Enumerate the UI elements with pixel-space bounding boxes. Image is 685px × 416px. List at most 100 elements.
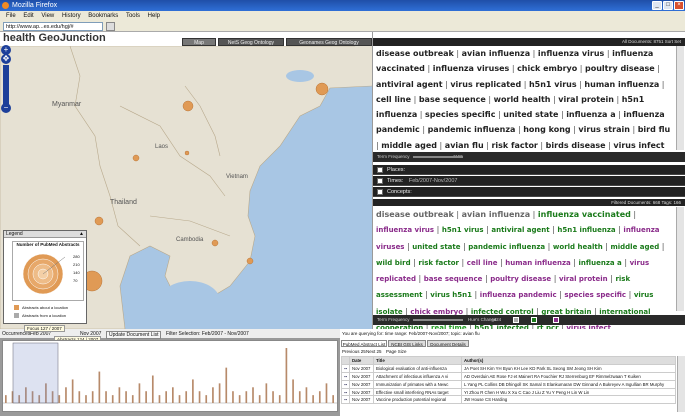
menu-edit[interactable]: Edit xyxy=(23,13,33,19)
tab-document-details[interactable]: Document Details xyxy=(427,340,469,347)
tag-term[interactable]: disease outbreak xyxy=(376,49,454,58)
table-row[interactable]: ▪▪ Nov 2007 Effective small interfering RN… xyxy=(341,387,676,397)
concepts-checkbox[interactable] xyxy=(377,189,383,195)
tag-term[interactable]: poultry disease xyxy=(585,64,655,73)
update-document-list-button[interactable]: Update Document List xyxy=(106,331,162,339)
table-row[interactable]: ▪▪ Nov 2007 Attachment of infectious influ… xyxy=(341,371,676,381)
row-icons[interactable]: ▪▪ xyxy=(341,387,350,397)
tag-term[interactable]: world health xyxy=(494,95,551,104)
tag-term[interactable]: human influenza xyxy=(505,259,571,267)
tag-term[interactable]: h5n1 influenza xyxy=(557,226,615,234)
page-size-select[interactable]: Page Size xyxy=(386,349,407,354)
tag-term[interactable]: chick embryo xyxy=(517,64,577,73)
pan-control-icon[interactable]: ✥ xyxy=(1,54,11,64)
tag-term[interactable]: avian flu xyxy=(445,141,484,150)
tag-term[interactable]: world health xyxy=(553,243,603,251)
tag-term[interactable]: middle aged xyxy=(381,141,437,150)
tag-term[interactable]: h5n1 virus xyxy=(529,80,577,89)
close-button[interactable]: × xyxy=(674,1,684,10)
tag-term[interactable]: middle aged xyxy=(610,243,659,251)
color-swatch-gray[interactable] xyxy=(513,317,519,323)
prev-page-link[interactable]: Previous 25 xyxy=(342,349,366,354)
tag-term[interactable]: risk factor xyxy=(418,259,459,267)
tab-geonames-geog-ontology[interactable]: Geonames Geog Ontology xyxy=(286,38,372,46)
row-icons[interactable]: ▪▪ xyxy=(341,395,350,405)
menu-file[interactable]: File xyxy=(6,13,16,19)
location-bubble[interactable] xyxy=(211,239,219,247)
bottom-cloud-scrollbar[interactable] xyxy=(676,207,684,311)
term-frequency-slider[interactable] xyxy=(413,156,463,158)
color-swatch-purple[interactable] xyxy=(553,317,559,323)
tag-term[interactable]: species specific xyxy=(425,110,495,119)
tag-term[interactable]: antiviral agent xyxy=(376,80,443,89)
tag-term[interactable]: pandemic influenza xyxy=(428,125,516,134)
col-date[interactable]: Date xyxy=(349,356,374,365)
menu-view[interactable]: View xyxy=(41,13,54,19)
tag-term[interactable]: viral protein xyxy=(559,275,608,283)
tag-term[interactable]: united state xyxy=(503,110,558,119)
tag-term[interactable]: base sequence xyxy=(419,95,486,104)
tag-term[interactable]: pandemic influenza xyxy=(468,243,545,251)
tag-term[interactable]: antiviral agent xyxy=(491,226,549,234)
table-row[interactable]: ▪▪ Nov 2007 Vaccine production potential r… xyxy=(341,395,676,405)
tag-term[interactable]: hong kong xyxy=(523,125,570,134)
tag-term[interactable]: influenza virus xyxy=(538,49,604,58)
tag-term[interactable]: birds disease xyxy=(546,141,606,150)
zoom-out-icon[interactable]: − xyxy=(1,103,11,113)
term-frequency-slider-2[interactable] xyxy=(413,319,463,321)
tag-term[interactable]: virus h5n1 xyxy=(430,291,472,299)
location-bubble[interactable] xyxy=(184,150,190,156)
table-row[interactable]: ▪▪ Nov 2007 Immunization of primates with … xyxy=(341,379,676,389)
tab-ncbi-gis-links[interactable]: NCBI GIS Links xyxy=(388,340,426,347)
tag-term[interactable]: virus replicated xyxy=(450,80,521,89)
row-icons[interactable]: ▪▪ xyxy=(341,371,350,381)
facet-places[interactable]: Places: xyxy=(373,165,685,175)
tag-term[interactable]: virus infect xyxy=(613,141,664,150)
color-swatch-green[interactable] xyxy=(531,317,537,323)
menu-history[interactable]: History xyxy=(62,13,81,19)
menu-help[interactable]: Help xyxy=(148,13,160,19)
tag-term[interactable]: species specific xyxy=(564,291,626,299)
facet-times[interactable]: Times: Feb/2007-Nov/2007 xyxy=(373,176,685,186)
tag-term[interactable]: united state xyxy=(412,243,460,251)
table-row[interactable]: ▪▪ Nov 2007 Biological evaluation of anti-… xyxy=(341,363,676,373)
next-page-link[interactable]: Next 25 xyxy=(366,349,382,354)
location-bubble[interactable] xyxy=(132,154,140,162)
location-bubble[interactable] xyxy=(246,257,254,265)
menu-bookmarks[interactable]: Bookmarks xyxy=(88,13,118,19)
tag-term[interactable]: disease outbreak xyxy=(376,210,454,219)
col-authors[interactable]: Author(s) xyxy=(461,356,676,365)
tag-term[interactable]: poultry disease xyxy=(490,275,551,283)
row-icons[interactable]: ▪▪ xyxy=(341,363,350,373)
collapse-icon[interactable]: ▲ xyxy=(79,231,84,238)
minimize-button[interactable]: _ xyxy=(652,1,662,10)
tag-term[interactable]: virus strain xyxy=(578,125,630,134)
go-button[interactable] xyxy=(106,22,115,31)
tag-term[interactable]: viral protein xyxy=(558,95,614,104)
tag-term[interactable]: wild bird xyxy=(376,259,411,267)
tag-term[interactable]: avian influenza xyxy=(462,49,530,58)
tag-term[interactable]: human influenza xyxy=(584,80,659,89)
tag-term[interactable]: risk factor xyxy=(491,141,537,150)
tag-term[interactable]: avian influenza xyxy=(462,210,530,219)
zoom-slider[interactable] xyxy=(3,65,9,105)
tag-term[interactable]: base sequence xyxy=(424,275,483,283)
location-bubble[interactable] xyxy=(94,216,104,226)
url-field[interactable]: http://www.ap...es.edu/hgj/# xyxy=(3,22,103,31)
location-bubble[interactable] xyxy=(182,100,194,112)
facet-concepts[interactable]: Concepts: xyxy=(373,187,685,197)
tab-pubmed-abstract-list[interactable]: PubMed Abstract List xyxy=(341,340,387,347)
tag-term[interactable]: cell line xyxy=(467,259,498,267)
tag-term[interactable]: influenza a xyxy=(566,110,615,119)
tag-term[interactable]: influenza pandemic xyxy=(480,291,557,299)
col-title[interactable]: Title xyxy=(373,356,462,365)
tab-map[interactable]: Map xyxy=(182,38,216,46)
maximize-button[interactable]: □ xyxy=(663,1,673,10)
tag-term[interactable]: h5n1 virus xyxy=(442,226,484,234)
row-icons[interactable]: ▪▪ xyxy=(341,379,350,389)
timeline-selection[interactable] xyxy=(12,342,59,404)
results-scrollbar[interactable] xyxy=(677,356,685,412)
tag-term[interactable]: influenza viruses xyxy=(433,64,510,73)
menu-tools[interactable]: Tools xyxy=(126,13,140,19)
places-checkbox[interactable] xyxy=(377,167,383,173)
